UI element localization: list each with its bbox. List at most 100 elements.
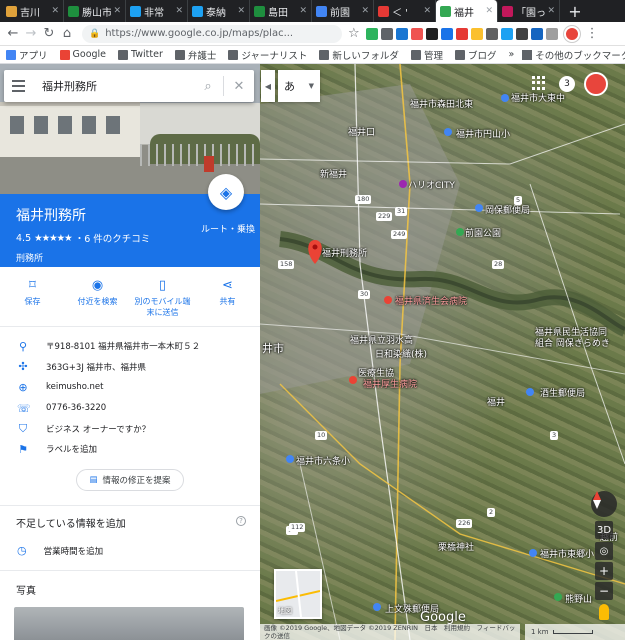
bookmark-item[interactable]: Twitter bbox=[118, 49, 163, 60]
pegman-icon[interactable] bbox=[599, 604, 609, 620]
info-row[interactable]: ✣ 363G+3J 福井市、福井県 bbox=[0, 357, 260, 378]
my-location-button[interactable]: ◎ bbox=[595, 542, 613, 560]
extension-icon[interactable] bbox=[380, 27, 393, 40]
close-tab-icon[interactable]: ✕ bbox=[237, 6, 245, 16]
map-type-toggle[interactable]: 地図 bbox=[274, 569, 322, 619]
map-place-label[interactable]: 福井厚生病院 bbox=[363, 377, 417, 390]
map-place-label[interactable]: 福井市円山小 bbox=[456, 127, 510, 140]
address-bar[interactable]: 🔒 https://www.google.co.jp/maps/plac... bbox=[82, 24, 342, 43]
mountain-marker[interactable] bbox=[554, 593, 562, 601]
action-nearby-button[interactable]: ◉ 付近を検索 bbox=[70, 277, 126, 326]
school-marker[interactable] bbox=[501, 94, 509, 102]
hospital-marker[interactable] bbox=[384, 296, 392, 304]
browser-tab[interactable]: 島田 ✕ bbox=[250, 0, 312, 22]
help-icon[interactable]: ? bbox=[236, 516, 246, 526]
bookmark-item[interactable]: 弁護士 bbox=[174, 48, 216, 62]
close-tab-icon[interactable]: ✕ bbox=[299, 6, 307, 16]
close-tab-icon[interactable]: ✕ bbox=[51, 6, 59, 16]
info-row[interactable]: ⊕ keimusho.net bbox=[0, 377, 260, 398]
reload-button[interactable]: ↻ bbox=[40, 25, 58, 43]
home-button[interactable]: ⌂ bbox=[58, 25, 76, 43]
forward-button[interactable]: → bbox=[22, 25, 40, 43]
evernote-extension-icon[interactable] bbox=[365, 27, 378, 40]
bookmark-item[interactable]: Google bbox=[59, 49, 106, 60]
browser-tab[interactable]: 泰納 ✕ bbox=[188, 0, 250, 22]
close-tab-icon[interactable]: ✕ bbox=[423, 6, 431, 16]
new-tab-button[interactable]: + bbox=[564, 0, 586, 22]
browser-tab[interactable]: 吉川 ✕ bbox=[2, 0, 64, 22]
profile-avatar[interactable] bbox=[563, 25, 580, 42]
info-row[interactable]: ⚲ 〒918-8101 福井県福井市一本木町５２ bbox=[0, 336, 260, 357]
photo-thumbnail[interactable] bbox=[14, 607, 244, 640]
post-office-marker[interactable] bbox=[526, 388, 534, 396]
google-apps-icon[interactable] bbox=[532, 76, 546, 90]
search-input[interactable]: 福井刑務所 bbox=[32, 78, 193, 94]
browser-tab[interactable]: 非常 ✕ bbox=[126, 0, 188, 22]
shop-marker[interactable] bbox=[399, 180, 407, 188]
directions-button[interactable]: ◈ bbox=[208, 174, 244, 210]
bookmark-item[interactable]: 管理 bbox=[410, 48, 443, 62]
zoom-out-button[interactable]: − bbox=[595, 582, 613, 600]
bookmark-item[interactable]: アプリ bbox=[6, 48, 48, 62]
back-button[interactable]: ← bbox=[4, 25, 22, 43]
notification-badge[interactable]: 3 bbox=[559, 76, 575, 92]
close-tab-icon[interactable]: ✕ bbox=[361, 6, 369, 16]
extension-icon[interactable] bbox=[485, 27, 498, 40]
post-office-marker[interactable] bbox=[373, 603, 381, 611]
action-share-button[interactable]: ⋖ 共有 bbox=[200, 277, 256, 326]
browser-menu-icon[interactable]: ⋮ bbox=[586, 26, 599, 41]
other-bookmarks[interactable]: » その他のブックマーク bbox=[508, 48, 625, 62]
browser-tab[interactable]: 前園 ✕ bbox=[312, 0, 374, 22]
close-tab-icon[interactable]: ✕ bbox=[485, 6, 493, 16]
map-place-label[interactable]: 熊野山 bbox=[565, 592, 592, 605]
collapse-panel-button[interactable]: ◀ bbox=[261, 70, 275, 102]
park-marker[interactable] bbox=[456, 228, 464, 236]
map-place-label[interactable]: 組合 岡保きらめき bbox=[535, 336, 610, 349]
map-place-label[interactable]: 福井市六条小 bbox=[296, 454, 350, 467]
extension-icon[interactable] bbox=[470, 27, 483, 40]
map-place-label[interactable]: 福井刑務所 bbox=[322, 246, 367, 259]
bookmark-item[interactable]: ジャーナリスト bbox=[228, 48, 307, 62]
map-place-label[interactable]: 福井 bbox=[487, 395, 505, 408]
school-marker[interactable] bbox=[286, 455, 294, 463]
action-bookmark-button[interactable]: ⌑ 保存 bbox=[5, 277, 61, 326]
map-place-label[interactable]: 福井市大東中 bbox=[511, 91, 565, 104]
map-place-label[interactable]: 新福井 bbox=[320, 167, 347, 180]
school-marker[interactable] bbox=[529, 549, 537, 557]
add-hours-row[interactable]: ◷ 営業時間を追加 bbox=[17, 544, 103, 557]
review-count-link[interactable]: ・6 件のクチコミ bbox=[75, 231, 151, 245]
map-place-label[interactable]: 福井県立羽水高 bbox=[350, 333, 413, 346]
map-place-label[interactable]: 福井市森田北東 bbox=[410, 97, 473, 110]
browser-tab[interactable]: 勝山市 ✕ bbox=[64, 0, 126, 22]
extension-icon[interactable] bbox=[440, 27, 453, 40]
hospital-marker[interactable] bbox=[349, 376, 357, 384]
search-icon[interactable]: ⌕ bbox=[193, 79, 223, 94]
map-place-label[interactable]: 福井県済生会病院 bbox=[395, 294, 467, 307]
info-row[interactable]: ⛉ ビジネス オーナーですか？ bbox=[0, 418, 260, 439]
suggest-edit-button[interactable]: ▤ 情報の修正を提案 bbox=[76, 469, 184, 491]
compass-button[interactable] bbox=[591, 491, 617, 517]
browser-tab[interactable]: 「園っ ✕ bbox=[498, 0, 560, 22]
map-place-label[interactable]: 栗橋神社 bbox=[438, 540, 474, 553]
bookmark-item[interactable]: 新しいフォルダ bbox=[319, 48, 399, 62]
twitter-extension-icon[interactable] bbox=[500, 27, 513, 40]
info-row[interactable]: ☏ 0776-36-3220 bbox=[0, 398, 260, 419]
bookmark-star-icon[interactable]: ☆ bbox=[348, 26, 360, 41]
zoom-in-button[interactable]: + bbox=[595, 562, 613, 580]
clear-search-icon[interactable]: ✕ bbox=[224, 79, 254, 94]
browser-tab[interactable]: 福井 ✕ bbox=[436, 0, 498, 22]
extension-icon[interactable] bbox=[425, 27, 438, 40]
browser-tab[interactable]: ＜ ' ✕ bbox=[374, 0, 436, 22]
tilt-3d-button[interactable]: 3D bbox=[595, 521, 613, 539]
map-place-label[interactable]: ハリオCITY bbox=[408, 178, 455, 191]
extension-icon[interactable] bbox=[455, 27, 468, 40]
satellite-map[interactable]: 福井市大東中福井市円山小 福井市森田北東福井口新福井ハリオCITY 岡保郵便局前園公… bbox=[260, 64, 625, 640]
map-place-label[interactable]: 福井口 bbox=[348, 125, 375, 138]
map-place-label[interactable]: 日和染織(株) bbox=[375, 347, 427, 360]
action-send-to-phone-button[interactable]: ▯ 別のモバイル端末に送信 bbox=[135, 277, 191, 326]
map-place-label[interactable]: 福井市東郷小 bbox=[540, 547, 594, 560]
extension-icon[interactable] bbox=[530, 27, 543, 40]
extension-icon[interactable] bbox=[395, 27, 408, 40]
map-place-label[interactable]: 前園公園 bbox=[465, 226, 501, 239]
map-place-label[interactable]: 岡保郵便局 bbox=[485, 203, 530, 216]
